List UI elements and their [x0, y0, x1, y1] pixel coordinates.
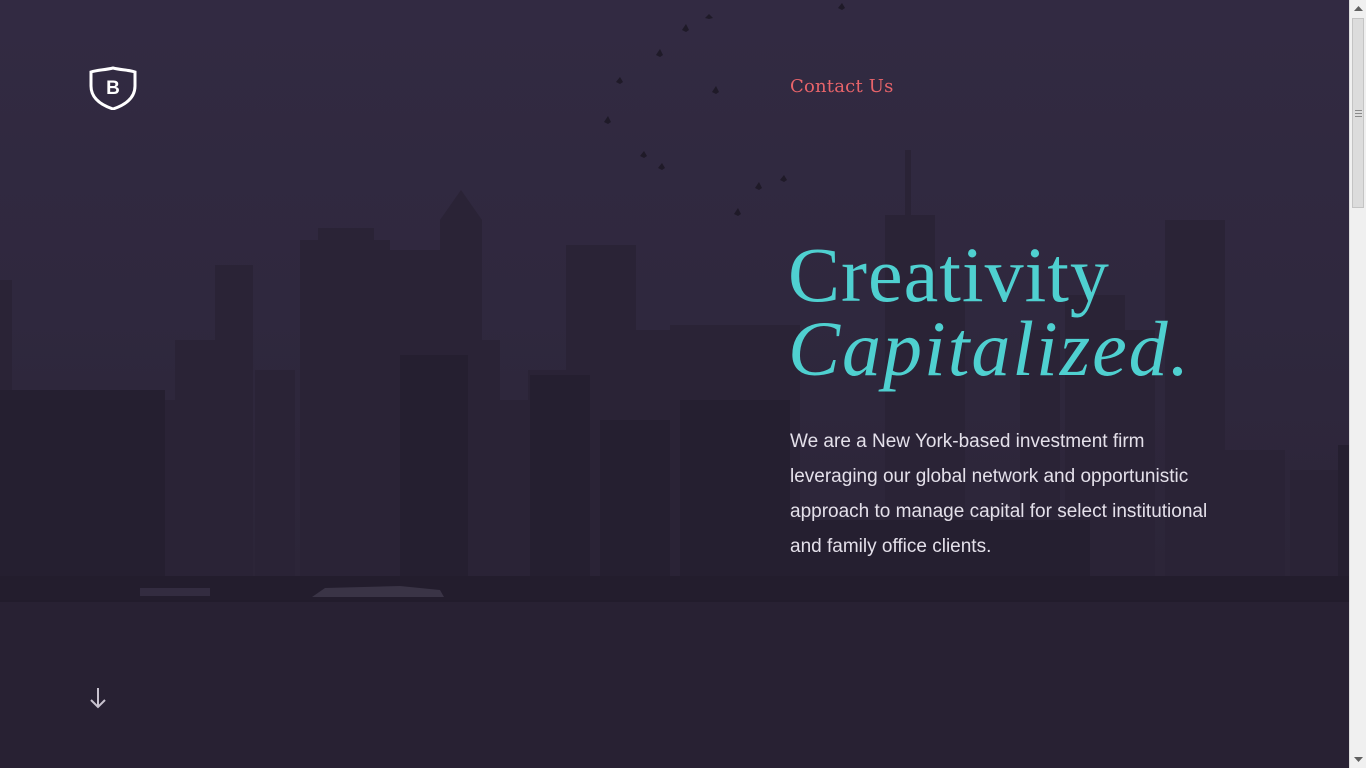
contact-us-link[interactable]: Contact Us: [790, 76, 894, 97]
scroll-up-button[interactable]: [1351, 0, 1366, 17]
caret-down-icon: [1354, 756, 1363, 762]
headline-line-2: Capitalized.: [788, 305, 1192, 392]
caret-up-icon: [1354, 5, 1363, 11]
arrow-down-icon[interactable]: [88, 685, 108, 711]
headline-line-1: Creativity: [788, 231, 1110, 318]
hero-headline: Creativity Capitalized.: [788, 231, 1192, 392]
shield-logo-icon[interactable]: B: [89, 66, 137, 110]
scrollbar-thumb[interactable]: [1352, 18, 1364, 208]
logo-letter: B: [106, 78, 120, 99]
grip-icon: [1354, 109, 1362, 117]
hero-section: B Contact Us Creativity Capitalized. We …: [0, 0, 1349, 768]
scroll-down-button[interactable]: [1351, 751, 1366, 768]
vertical-scrollbar[interactable]: [1349, 0, 1366, 768]
hero-intro-text: We are a New York-based investment firm …: [790, 431, 1208, 557]
